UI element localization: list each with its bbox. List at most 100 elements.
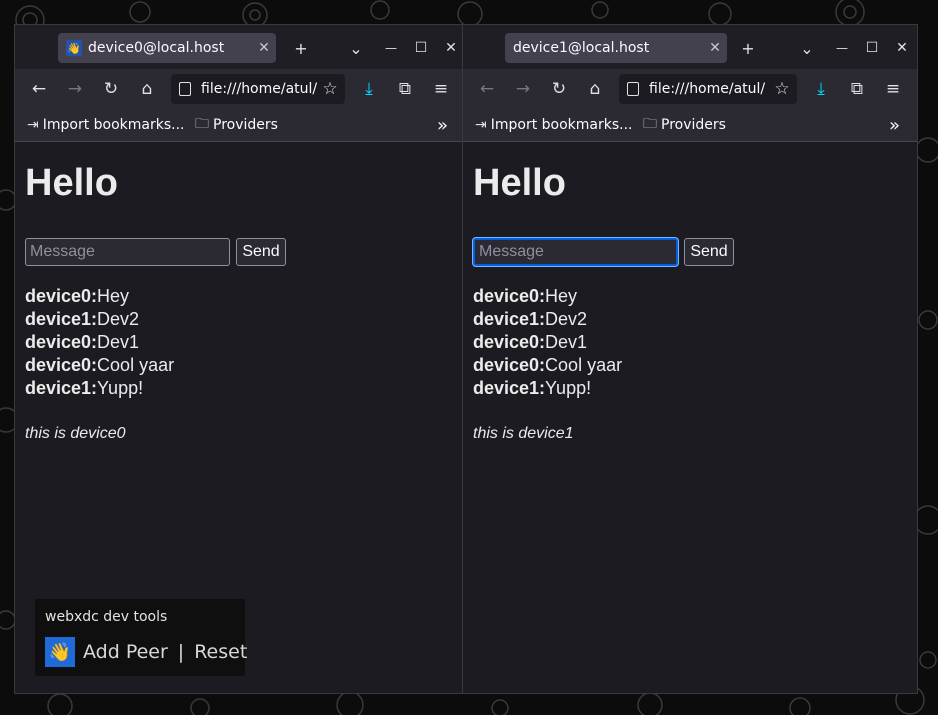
- message-sender: device0:: [473, 355, 546, 375]
- message-text: Yupp!: [545, 378, 592, 398]
- page-heading: Hello: [473, 162, 566, 204]
- menu-hamburger-icon[interactable]: ≡: [880, 76, 906, 102]
- menu-hamburger-icon[interactable]: ≡: [428, 76, 454, 102]
- message-input[interactable]: [25, 238, 230, 266]
- bookmarks-overflow-icon[interactable]: »: [437, 115, 448, 136]
- import-bookmarks-label: Import bookmarks...: [42, 117, 185, 133]
- tab-device1[interactable]: device1@local.host ✕: [505, 33, 727, 63]
- message-sender: device0:: [25, 355, 98, 375]
- minimize-icon[interactable]: —: [378, 35, 404, 61]
- tab-bar: device1@local.host ✕ + ⌄ — ☐ ✕: [463, 25, 917, 69]
- message-item: device0:Dev1: [473, 331, 622, 354]
- message-text: Dev1: [97, 332, 140, 352]
- message-sender: device0:: [473, 286, 546, 306]
- bookmark-star-icon[interactable]: ☆: [769, 76, 795, 102]
- message-text: Dev2: [97, 309, 140, 329]
- nav-toolbar: ← → ↻ ⌂ file:///home/atul/ ☆ ⤓ ⧉ ≡: [15, 69, 463, 109]
- message-item: device0:Hey: [473, 285, 622, 308]
- back-arrow-icon[interactable]: ←: [26, 76, 52, 102]
- message-text: Hey: [545, 286, 578, 306]
- message-sender: device0:: [473, 332, 546, 352]
- downloads-icon[interactable]: ⤓: [808, 76, 834, 102]
- message-text: Cool yaar: [545, 355, 623, 375]
- message-sender: device1:: [25, 378, 98, 398]
- waving-hand-icon: 👋: [66, 40, 82, 56]
- minimize-icon[interactable]: —: [829, 35, 855, 61]
- tab-close-icon[interactable]: ✕: [703, 40, 727, 56]
- message-text: Dev1: [545, 332, 588, 352]
- message-list: device0:Hey device1:Dev2 device0:Dev1 de…: [25, 285, 174, 400]
- tab-device0[interactable]: 👋 device0@local.host ✕: [58, 33, 276, 63]
- bookmark-star-icon[interactable]: ☆: [317, 76, 343, 102]
- providers-label: Providers: [661, 117, 726, 133]
- page-content: Hello Send device0:Hey device1:Dev2 devi…: [15, 142, 463, 693]
- message-input[interactable]: [473, 238, 678, 266]
- home-icon[interactable]: ⌂: [582, 76, 608, 102]
- forward-arrow-icon[interactable]: →: [62, 76, 88, 102]
- message-text: Cool yaar: [97, 355, 175, 375]
- message-sender: device1:: [473, 378, 546, 398]
- import-icon: ⇥: [475, 117, 487, 133]
- new-tab-button[interactable]: +: [735, 35, 761, 61]
- message-sender: device0:: [25, 286, 98, 306]
- import-bookmarks-label: Import bookmarks...: [490, 117, 633, 133]
- bookmarks-toolbar: ⇥ Import bookmarks... 🗀 Providers »: [15, 109, 463, 142]
- message-text: Hey: [97, 286, 130, 306]
- import-bookmarks-item[interactable]: ⇥ Import bookmarks...: [27, 115, 185, 135]
- message-item: device1:Dev2: [473, 308, 622, 331]
- message-item: device1:Yupp!: [25, 377, 174, 400]
- back-arrow-icon[interactable]: ←: [474, 76, 500, 102]
- maximize-icon[interactable]: ☐: [408, 35, 434, 61]
- message-item: device0:Dev1: [25, 331, 174, 354]
- bookmarks-toolbar: ⇥ Import bookmarks... 🗀 Providers »: [463, 109, 917, 142]
- add-peer-link[interactable]: Add Peer: [83, 641, 168, 663]
- new-tab-button[interactable]: +: [288, 35, 314, 61]
- maximize-icon[interactable]: ☐: [859, 35, 885, 61]
- dev-tools-title: webxdc dev tools: [45, 609, 168, 625]
- message-text: Yupp!: [97, 378, 144, 398]
- tab-bar: 👋 device0@local.host ✕ + ⌄ — ☐ ✕: [15, 25, 463, 69]
- device-note: this is device0: [25, 425, 126, 442]
- home-icon[interactable]: ⌂: [134, 76, 160, 102]
- page-content: Hello Send device0:Hey device1:Dev2 devi…: [463, 142, 917, 693]
- send-button[interactable]: Send: [684, 238, 734, 266]
- page-icon: [627, 82, 639, 96]
- close-window-icon[interactable]: ✕: [438, 35, 463, 61]
- message-item: device0:Cool yaar: [473, 354, 622, 377]
- tab-title: device1@local.host: [513, 40, 650, 56]
- providers-label: Providers: [213, 117, 278, 133]
- webxdc-dev-tools-panel: webxdc dev tools 👋 Add Peer | Reset: [35, 599, 247, 676]
- message-item: device1:Dev2: [25, 308, 174, 331]
- tab-title: device0@local.host: [88, 40, 225, 56]
- message-text: Dev2: [545, 309, 588, 329]
- nav-toolbar: ← → ↻ ⌂ file:///home/atul/ ☆ ⤓ ⧉ ≡: [463, 69, 917, 109]
- reload-icon[interactable]: ↻: [98, 76, 124, 102]
- bookmarks-overflow-icon[interactable]: »: [889, 115, 900, 136]
- downloads-icon[interactable]: ⤓: [356, 76, 382, 102]
- import-icon: ⇥: [27, 117, 39, 133]
- device-note: this is device1: [473, 425, 574, 442]
- message-item: device0:Cool yaar: [25, 354, 174, 377]
- dev-tools-actions: 👋 Add Peer | Reset: [45, 637, 247, 667]
- extensions-icon[interactable]: ⧉: [844, 76, 870, 102]
- folder-icon: 🗀: [643, 116, 657, 132]
- forward-arrow-icon[interactable]: →: [510, 76, 536, 102]
- reload-icon[interactable]: ↻: [546, 76, 572, 102]
- list-all-tabs-chevron-down-icon[interactable]: ⌄: [343, 35, 369, 61]
- extensions-icon[interactable]: ⧉: [392, 76, 418, 102]
- send-button[interactable]: Send: [236, 238, 286, 266]
- providers-folder[interactable]: 🗀 Providers: [195, 115, 278, 135]
- providers-folder[interactable]: 🗀 Providers: [643, 115, 726, 135]
- message-item: device0:Hey: [25, 285, 174, 308]
- message-sender: device0:: [25, 332, 98, 352]
- import-bookmarks-item[interactable]: ⇥ Import bookmarks...: [475, 115, 633, 135]
- message-sender: device1:: [25, 309, 98, 329]
- folder-icon: 🗀: [195, 116, 209, 132]
- tab-close-icon[interactable]: ✕: [252, 40, 276, 56]
- browser-window-device0: 👋 device0@local.host ✕ + ⌄ — ☐ ✕ ← → ↻ ⌂…: [14, 24, 464, 694]
- list-all-tabs-chevron-down-icon[interactable]: ⌄: [794, 35, 820, 61]
- separator: |: [177, 641, 185, 663]
- close-window-icon[interactable]: ✕: [889, 35, 915, 61]
- reset-link[interactable]: Reset: [194, 641, 247, 663]
- message-list: device0:Hey device1:Dev2 device0:Dev1 de…: [473, 285, 622, 400]
